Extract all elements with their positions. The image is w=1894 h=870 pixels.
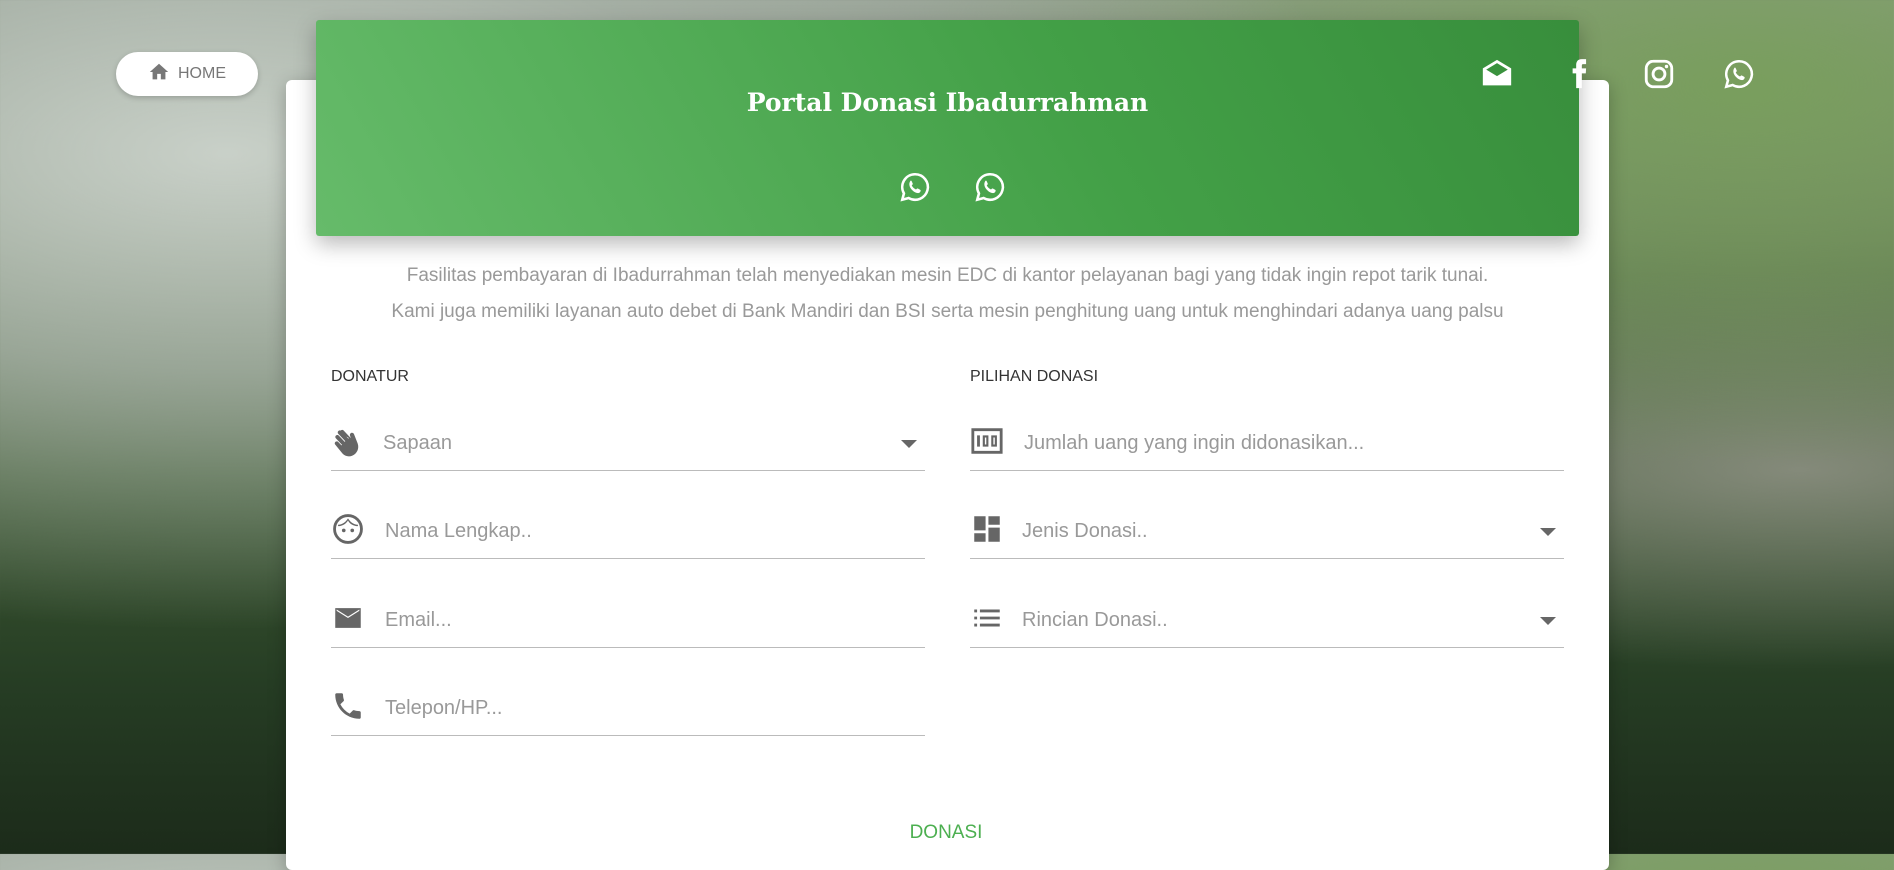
whatsapp-icon[interactable] bbox=[973, 170, 1007, 204]
telepon-placeholder: Telepon/HP... bbox=[385, 697, 503, 719]
description-line-1: Fasilitas pembayaran di Ibadurrahman tel… bbox=[406, 265, 1489, 286]
pilihan-donasi-label: PILIHAN DONASI bbox=[970, 368, 1099, 385]
rincian-donasi-placeholder: Rincian Donasi.. bbox=[1022, 609, 1168, 631]
home-button[interactable]: HOME bbox=[116, 52, 258, 96]
home-icon bbox=[148, 61, 170, 88]
sapaan-select[interactable]: Sapaan bbox=[331, 420, 925, 471]
phone-icon bbox=[331, 689, 365, 723]
nama-lengkap-input[interactable]: Nama Lengkap.. bbox=[331, 508, 925, 559]
dashboard-icon bbox=[970, 512, 1004, 546]
header-panel: Portal Donasi Ibadurrahman bbox=[316, 20, 1579, 236]
list-icon bbox=[970, 601, 1004, 635]
chevron-down-icon bbox=[1540, 617, 1556, 625]
jenis-donasi-select[interactable]: Jenis Donasi.. bbox=[970, 508, 1564, 559]
description-line-2: Kami juga memiliki layanan auto debet di… bbox=[391, 301, 1504, 322]
nama-lengkap-placeholder: Nama Lengkap.. bbox=[385, 520, 532, 542]
envelope-open-icon[interactable] bbox=[1480, 57, 1514, 91]
jumlah-uang-placeholder: Jumlah uang yang ingin didonasikan... bbox=[1024, 432, 1365, 454]
email-icon bbox=[331, 601, 365, 635]
waving-hand-icon bbox=[331, 424, 365, 458]
face-icon bbox=[331, 512, 365, 546]
telepon-input[interactable]: Telepon/HP... bbox=[331, 685, 925, 736]
money-icon bbox=[970, 424, 1004, 458]
instagram-icon[interactable] bbox=[1642, 57, 1676, 91]
donasi-button[interactable]: DONASI bbox=[886, 822, 1006, 844]
email-field[interactable]: Email... bbox=[331, 597, 925, 648]
chevron-down-icon bbox=[901, 440, 917, 448]
jumlah-uang-input[interactable]: Jumlah uang yang ingin didonasikan... bbox=[970, 420, 1564, 471]
whatsapp-icon[interactable] bbox=[1722, 57, 1756, 91]
home-label: HOME bbox=[178, 65, 226, 82]
facebook-icon[interactable] bbox=[1562, 57, 1596, 91]
whatsapp-icon[interactable] bbox=[898, 170, 932, 204]
chevron-down-icon bbox=[1540, 528, 1556, 536]
rincian-donasi-select[interactable]: Rincian Donasi.. bbox=[970, 597, 1564, 648]
donatur-label: DONATUR bbox=[331, 368, 409, 385]
email-placeholder: Email... bbox=[385, 609, 452, 631]
sapaan-placeholder: Sapaan bbox=[383, 432, 452, 454]
jenis-donasi-placeholder: Jenis Donasi.. bbox=[1022, 520, 1148, 542]
page-title: Portal Donasi Ibadurrahman bbox=[746, 88, 1149, 117]
